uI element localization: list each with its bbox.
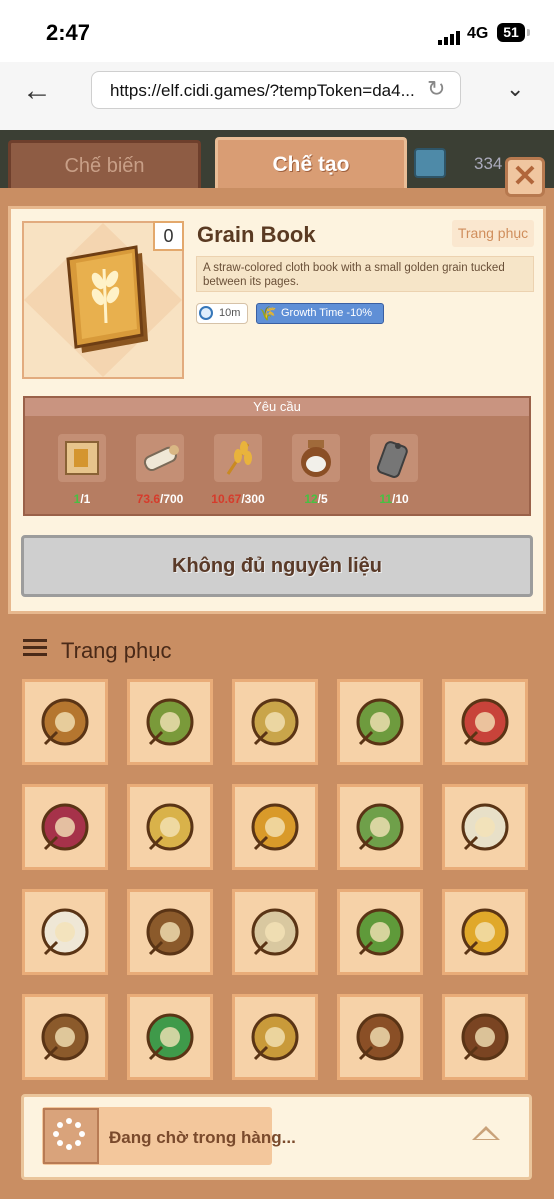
- grid-item-18[interactable]: [232, 994, 318, 1080]
- req-need: /700: [160, 492, 184, 506]
- sun-earring-icon: [461, 908, 509, 956]
- berry-bracelet-icon: [461, 698, 509, 746]
- grid-item-15[interactable]: [442, 889, 528, 975]
- loading-spinner-icon: [53, 1118, 85, 1150]
- req-item-4[interactable]: [292, 434, 340, 482]
- wheat-icon: 🌾: [259, 305, 277, 321]
- requirements-title: Yêu cầu: [25, 398, 529, 416]
- req-amount-3: 10.67/300: [198, 492, 278, 506]
- grid-item-7[interactable]: [127, 784, 213, 870]
- battery-icon: 51: [497, 23, 525, 42]
- list-icon: [23, 639, 47, 660]
- grid-item-12[interactable]: [127, 889, 213, 975]
- white-rose-pin-icon: [41, 908, 89, 956]
- queue-status-text: Đang chờ trong hàng...: [109, 1128, 296, 1147]
- battery-tip: [527, 29, 530, 36]
- gem-icon: [414, 148, 446, 178]
- artichoke-pin-icon: [356, 698, 404, 746]
- grid-item-8[interactable]: [232, 784, 318, 870]
- req-item-2[interactable]: [136, 434, 184, 482]
- req-need: /300: [241, 492, 265, 506]
- craft-button[interactable]: Không đủ nguyên liệu: [21, 535, 533, 597]
- root-book-icon: [356, 1013, 404, 1061]
- heart-leaf-pendant-icon: [146, 1013, 194, 1061]
- tab-crafting[interactable]: Chế tạo: [215, 137, 407, 188]
- flour-jar-icon: [301, 440, 331, 477]
- req-have: 12: [304, 492, 318, 506]
- wheat-icon: [226, 441, 252, 475]
- grid-item-4[interactable]: [337, 679, 423, 765]
- chevron-down-icon[interactable]: ⌄: [506, 76, 524, 102]
- grid-item-3[interactable]: [232, 679, 318, 765]
- grid-item-5[interactable]: [442, 679, 528, 765]
- list-title: Trang phục: [61, 638, 172, 663]
- item-description: A straw-colored cloth book with a small …: [196, 256, 534, 292]
- currency-amount: 334: [474, 154, 503, 173]
- flower-hairpin-icon: [41, 698, 89, 746]
- green-gem-brooch-icon: [356, 908, 404, 956]
- grid-item-16[interactable]: [22, 994, 108, 1080]
- amber-earring-icon: [251, 803, 299, 851]
- wooden-shield-brooch-icon: [146, 908, 194, 956]
- ruby-brooch-icon: [41, 803, 89, 851]
- owned-quantity: 0: [153, 221, 184, 251]
- item-name: Grain Book: [197, 222, 316, 247]
- wheat-hairpin-icon: [146, 803, 194, 851]
- iron-tag-icon: [376, 441, 408, 478]
- grid-item-10[interactable]: [442, 784, 528, 870]
- grid-item-9[interactable]: [337, 784, 423, 870]
- grid-item-19[interactable]: [337, 994, 423, 1080]
- rosebud-hairpin-icon: [251, 908, 299, 956]
- tab-processing[interactable]: Chế biến: [8, 140, 201, 188]
- stopwatch-icon: [199, 306, 213, 320]
- birch-log-icon: [143, 445, 179, 472]
- grid-item-20[interactable]: [442, 994, 528, 1080]
- req-have: 11: [379, 492, 392, 506]
- signal-icon: [438, 27, 462, 45]
- clover-locket-icon: [251, 1013, 299, 1061]
- item-category-badge: Trang phục: [452, 220, 534, 247]
- req-amount-4: 12/5: [276, 492, 356, 506]
- grain-book-page-icon: [65, 441, 99, 475]
- grid-item-14[interactable]: [337, 889, 423, 975]
- grid-item-11[interactable]: [22, 889, 108, 975]
- req-amount-1: 1/1: [42, 492, 122, 506]
- blossom-pin-icon: [356, 803, 404, 851]
- grid-item-13[interactable]: [232, 889, 318, 975]
- grid-item-6[interactable]: [22, 784, 108, 870]
- expand-up-icon-inner: [476, 1130, 496, 1139]
- back-arrow-icon[interactable]: ←: [22, 76, 52, 106]
- flower-wreath-icon: [461, 803, 509, 851]
- req-amount-2: 73.6/700: [120, 492, 200, 506]
- grid-item-1[interactable]: [22, 679, 108, 765]
- req-need: /5: [317, 492, 328, 506]
- req-have: 10.67: [211, 492, 242, 506]
- grid-item-17[interactable]: [127, 994, 213, 1080]
- req-amount-5: 11/10: [354, 492, 434, 506]
- req-item-1[interactable]: [58, 434, 106, 482]
- req-item-3[interactable]: [214, 434, 262, 482]
- network-type: 4G: [467, 25, 489, 42]
- sprout-book-icon: [461, 1013, 509, 1061]
- url-text: https://elf.cidi.games/?tempToken=da4...: [110, 81, 415, 100]
- seed-pendant-icon: [41, 1013, 89, 1061]
- bronze-brooch-icon: [146, 698, 194, 746]
- reload-icon[interactable]: ↻: [427, 76, 445, 102]
- req-need: /10: [392, 492, 409, 506]
- req-have: 73.6: [136, 492, 160, 506]
- grid-item-2[interactable]: [127, 679, 213, 765]
- req-need: /1: [80, 492, 91, 506]
- req-item-5[interactable]: [370, 434, 418, 482]
- clock-time: 2:47: [46, 20, 91, 45]
- close-button[interactable]: ✕: [505, 157, 545, 197]
- leaf-hairclip-icon: [251, 698, 299, 746]
